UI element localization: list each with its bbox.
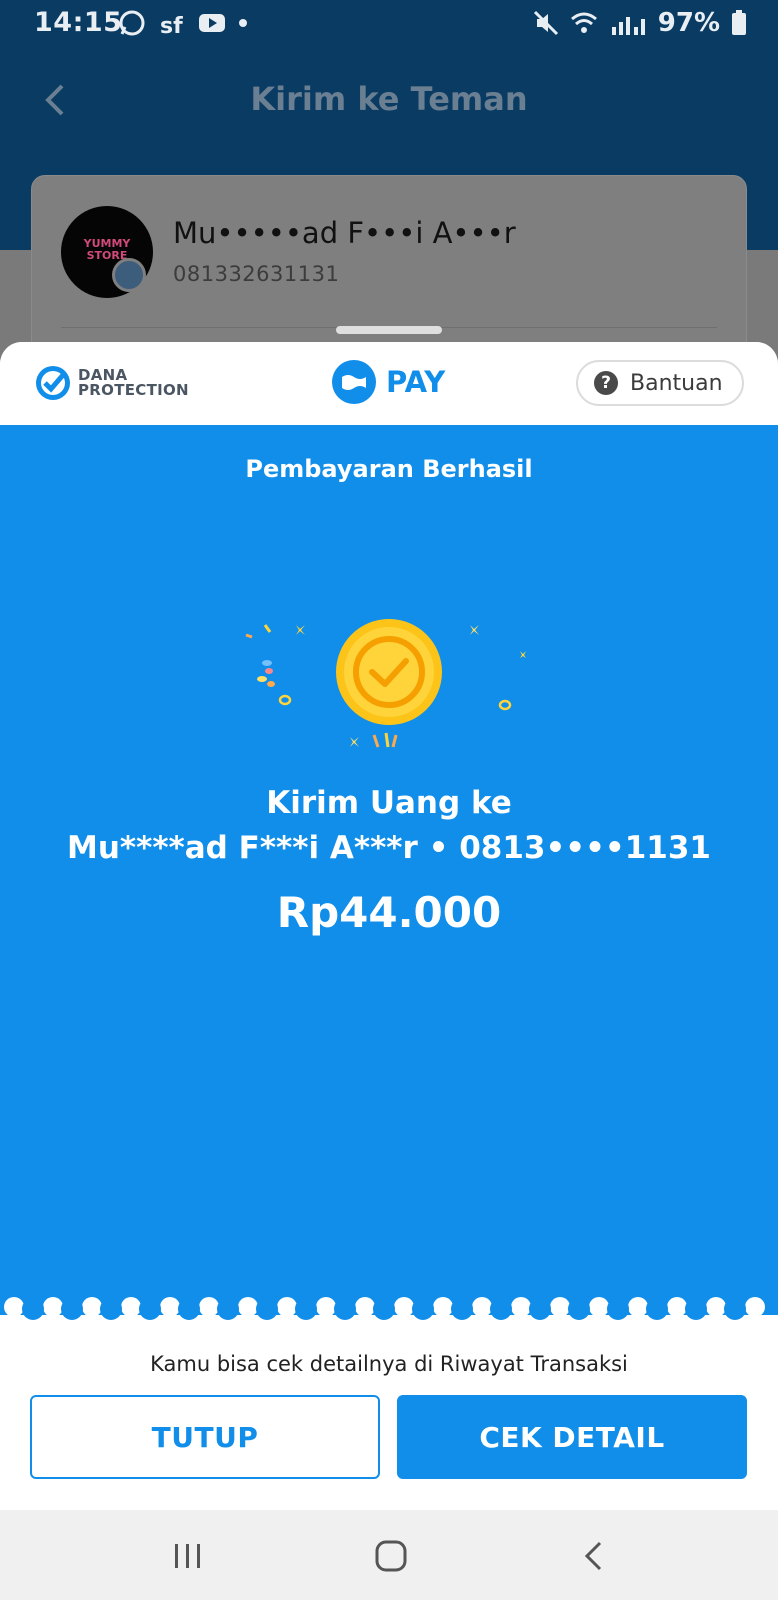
- wifi-icon: [570, 12, 597, 33]
- dana-protection-logo: DANA PROTECTION: [34, 364, 189, 402]
- recent-apps-icon[interactable]: [172, 1538, 204, 1574]
- sheet-header: DANA PROTECTION PAY ? Bantuan: [0, 342, 778, 425]
- status-bar: 14:15 sf 97%: [0, 0, 778, 46]
- status-title: Pembayaran Berhasil: [245, 455, 533, 483]
- help-icon: ?: [594, 371, 618, 395]
- detail-button[interactable]: CEK DETAIL: [397, 1395, 747, 1479]
- amount: Rp44.000: [276, 888, 502, 937]
- help-button[interactable]: ? Bantuan: [576, 360, 744, 406]
- message-line2: Mu****ad F***i A***r • 0813••••1131: [66, 830, 712, 866]
- youtube-icon: [199, 14, 225, 32]
- battery-icon: [732, 10, 746, 35]
- close-button[interactable]: TUTUP: [30, 1395, 380, 1479]
- svg-text:sf: sf: [160, 14, 183, 37]
- help-label: Bantuan: [630, 370, 723, 396]
- status-time: 14:15: [34, 7, 123, 38]
- sheet-drag-handle[interactable]: [336, 326, 442, 334]
- success-coin-icon: [245, 619, 526, 748]
- contact-name: Mu•••••ad F•••i A•••r: [173, 216, 516, 250]
- info-text: Kamu bisa cek detailnya di Riwayat Trans…: [150, 1352, 628, 1376]
- dana-pay-logo: PAY: [332, 360, 445, 404]
- avatar-text-2: STORE: [86, 249, 128, 262]
- contact-phone: 081332631131: [173, 262, 340, 286]
- page-title: Kirim ke Teman: [250, 80, 528, 118]
- system-nav-bar: [0, 1510, 778, 1600]
- ticket-scallop-edge: [0, 1297, 778, 1333]
- sf-icon: sf: [160, 14, 183, 37]
- whatsapp-icon: [119, 10, 145, 36]
- payment-result-sheet: DANA PROTECTION PAY ? Bantuan Pembayaran…: [0, 342, 778, 1510]
- pay-label: PAY: [386, 365, 446, 399]
- mute-icon: [533, 10, 558, 36]
- dot-icon: [239, 19, 247, 27]
- home-icon[interactable]: [373, 1538, 409, 1574]
- message-line1: Kirim Uang ke: [266, 785, 512, 821]
- success-panel: Pembayaran Berhasil Kirim Uang ke Mu****…: [0, 425, 778, 1315]
- dana-pay-icon: [332, 360, 376, 404]
- signal-icon: [611, 17, 645, 35]
- dana-badge-icon: [112, 258, 146, 292]
- battery-percent: 97%: [657, 8, 720, 38]
- protection-line2: PROTECTION: [78, 381, 189, 399]
- nav-back-icon[interactable]: [580, 1538, 608, 1574]
- shield-check-icon: [36, 366, 70, 400]
